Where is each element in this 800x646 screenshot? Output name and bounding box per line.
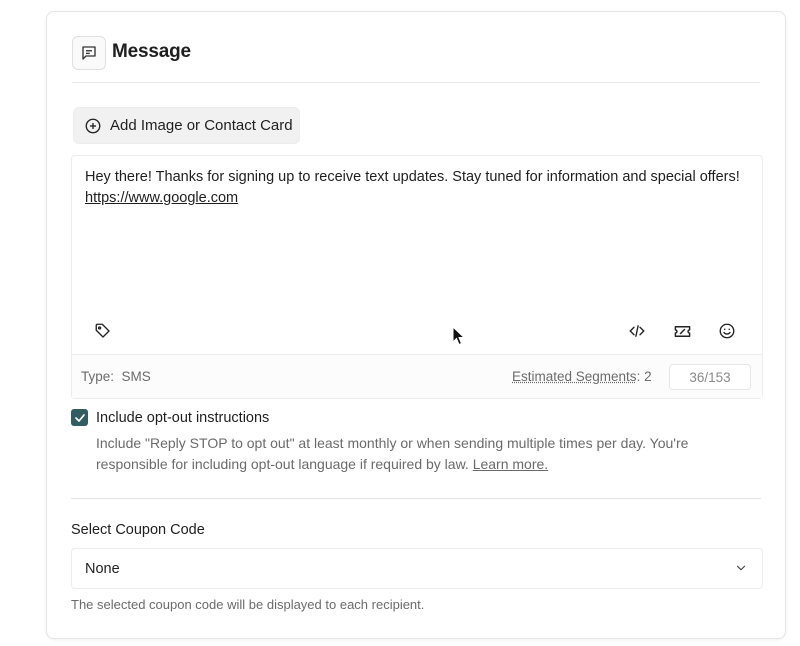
coupon-help-text: The selected coupon code will be display…: [71, 597, 425, 612]
tag-icon[interactable]: [91, 319, 115, 343]
message-text[interactable]: Hey there! Thanks for signing up to rece…: [85, 167, 749, 209]
estimated-segments: Estimated Segments: 2: [512, 369, 652, 384]
editor-toolbar: [72, 309, 762, 355]
chevron-down-icon: [734, 561, 748, 575]
segments-value: : 2: [636, 369, 652, 384]
message-editor[interactable]: Hey there! Thanks for signing up to rece…: [71, 155, 763, 399]
message-header: Message: [72, 36, 760, 83]
message-card: Message Add Image or Contact Card Hey th…: [46, 11, 786, 639]
type-prefix: Type:: [81, 369, 115, 384]
learn-more-link[interactable]: Learn more.: [473, 456, 548, 472]
message-body: Hey there! Thanks for signing up to rece…: [85, 169, 740, 185]
emoji-icon[interactable]: [715, 319, 739, 343]
add-image-or-contact-card-button[interactable]: Add Image or Contact Card: [73, 107, 300, 144]
optout-description: Include "Reply STOP to opt out" at least…: [96, 433, 716, 475]
page-title: Message: [112, 41, 191, 62]
coupon-selected-value: None: [85, 561, 120, 577]
section-divider: [71, 498, 761, 499]
character-counter: 36/153: [669, 364, 751, 390]
coupon-icon[interactable]: [670, 319, 694, 343]
message-link[interactable]: https://www.google.com: [85, 190, 238, 206]
plus-circle-icon: [84, 117, 102, 135]
mouse-cursor-icon: [452, 325, 466, 351]
coupon-label: Select Coupon Code: [71, 522, 205, 538]
message-square-icon: [72, 36, 106, 70]
optout-description-text: Include "Reply STOP to opt out" at least…: [96, 435, 689, 472]
optout-title[interactable]: Include opt-out instructions: [96, 410, 269, 426]
code-icon[interactable]: [625, 319, 649, 343]
type-value: SMS: [121, 369, 151, 384]
optout-checkbox[interactable]: [71, 409, 88, 426]
message-type: Type: SMS: [81, 369, 151, 384]
check-icon: [74, 413, 85, 422]
message-meta-bar: Type: SMS Estimated Segments: 2 36/153: [72, 354, 762, 398]
coupon-select[interactable]: None: [71, 548, 763, 589]
add-image-label: Add Image or Contact Card: [110, 117, 293, 134]
segments-label[interactable]: Estimated Segments: [512, 369, 637, 384]
